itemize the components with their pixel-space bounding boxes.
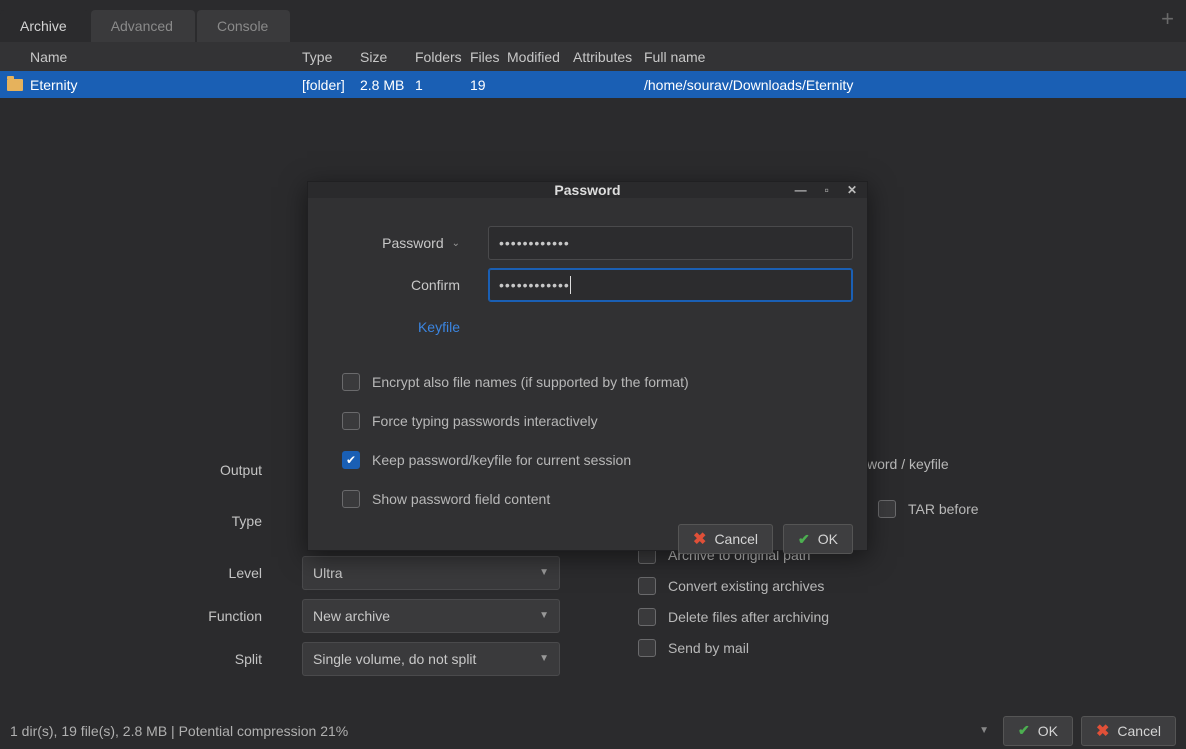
chevron-down-icon[interactable]: ⌄ (452, 238, 460, 249)
function-value: New archive (313, 608, 390, 624)
table-row[interactable]: Eternity [folder] 2.8 MB 1 19 /home/sour… (0, 71, 1186, 98)
tar-before-label: TAR before (908, 501, 979, 517)
text-cursor (570, 276, 571, 294)
confirm-input[interactable]: •••••••••••• (488, 268, 853, 302)
output-label: Output (10, 462, 302, 478)
keep-session-label: Keep password/keyfile for current sessio… (372, 452, 631, 468)
col-header-fullname[interactable]: Full name (644, 49, 711, 65)
force-typing-checkbox[interactable] (342, 412, 360, 430)
split-select[interactable]: Single volume, do not split ▼ (302, 642, 560, 676)
convert-checkbox[interactable] (638, 577, 656, 595)
status-bar: 1 dir(s), 19 file(s), 2.8 MB | Potential… (0, 712, 1186, 749)
tab-console[interactable]: Console (197, 10, 290, 42)
password-dialog: Password — ▫ ✕ Password ⌄ •••••••••••• C… (307, 181, 868, 551)
minimize-icon[interactable]: — (795, 183, 807, 197)
col-header-attributes[interactable]: Attributes (573, 49, 644, 65)
cancel-label: Cancel (1117, 723, 1161, 739)
close-icon[interactable]: ✕ (847, 183, 857, 197)
force-typing-label: Force typing passwords interactively (372, 413, 598, 429)
delete-after-label: Delete files after archiving (668, 609, 829, 625)
chevron-down-icon: ▼ (539, 610, 549, 621)
pw-keyfile-label: sword / keyfile (860, 456, 949, 472)
check-icon: ✔ (798, 531, 810, 548)
show-password-label: Show password field content (372, 491, 550, 507)
cancel-button[interactable]: ✖ Cancel (1081, 716, 1176, 746)
col-header-folders[interactable]: Folders (415, 49, 470, 65)
dialog-titlebar[interactable]: Password — ▫ ✕ (308, 182, 867, 198)
type-label: Type (10, 513, 302, 529)
dialog-title: Password (554, 182, 620, 198)
col-header-name[interactable]: Name (0, 49, 302, 65)
cell-size: 2.8 MB (360, 77, 415, 93)
chevron-down-icon[interactable]: ▼ (979, 725, 989, 736)
close-icon: ✖ (693, 529, 706, 549)
confirm-value: •••••••••••• (499, 277, 570, 293)
confirm-label: Confirm (411, 277, 460, 293)
send-mail-checkbox[interactable] (638, 639, 656, 657)
tab-bar: Archive Advanced Console + (0, 0, 1186, 42)
file-table-header: Name Type Size Folders Files Modified At… (0, 42, 1186, 71)
dialog-cancel-button[interactable]: ✖ Cancel (678, 524, 773, 554)
split-value: Single volume, do not split (313, 651, 476, 667)
function-label: Function (10, 608, 302, 624)
password-label: Password (382, 235, 443, 251)
cell-folders: 1 (415, 77, 470, 93)
show-password-checkbox[interactable] (342, 490, 360, 508)
ok-button[interactable]: ✔ OK (1003, 716, 1073, 746)
chevron-down-icon: ▼ (539, 653, 549, 664)
tar-before-checkbox[interactable] (878, 500, 896, 518)
function-select[interactable]: New archive ▼ (302, 599, 560, 633)
ok-label: OK (1038, 723, 1058, 739)
password-value: •••••••••••• (499, 235, 570, 251)
cell-name: Eternity (30, 77, 302, 93)
encrypt-names-label: Encrypt also file names (if supported by… (372, 374, 689, 390)
dialog-ok-button[interactable]: ✔ OK (783, 524, 853, 554)
delete-after-checkbox[interactable] (638, 608, 656, 626)
convert-label: Convert existing archives (668, 578, 824, 594)
tab-advanced[interactable]: Advanced (91, 10, 195, 42)
folder-icon (7, 79, 23, 91)
col-header-modified[interactable]: Modified (507, 49, 573, 65)
split-label: Split (10, 651, 302, 667)
maximize-icon[interactable]: ▫ (825, 183, 829, 197)
dialog-cancel-label: Cancel (714, 531, 758, 547)
add-tab-icon[interactable]: + (1161, 6, 1174, 32)
dialog-ok-label: OK (818, 531, 838, 547)
chevron-down-icon: ▼ (539, 567, 549, 578)
cell-fullname: /home/sourav/Downloads/Eternity (644, 77, 859, 93)
send-mail-label: Send by mail (668, 640, 749, 656)
col-header-type[interactable]: Type (302, 49, 360, 65)
encrypt-names-checkbox[interactable] (342, 373, 360, 391)
password-input[interactable]: •••••••••••• (488, 226, 853, 260)
keyfile-link[interactable]: Keyfile (322, 310, 488, 344)
level-value: Ultra (313, 565, 343, 581)
check-icon: ✔ (1018, 722, 1030, 739)
keep-session-checkbox[interactable]: ✔ (342, 451, 360, 469)
cell-type: [folder] (302, 77, 360, 93)
level-label: Level (10, 565, 302, 581)
close-icon: ✖ (1096, 721, 1109, 741)
cell-files: 19 (470, 77, 507, 93)
status-text: 1 dir(s), 19 file(s), 2.8 MB | Potential… (10, 723, 348, 739)
col-header-size[interactable]: Size (360, 49, 415, 65)
tab-archive[interactable]: Archive (0, 10, 89, 42)
col-header-files[interactable]: Files (470, 49, 507, 65)
